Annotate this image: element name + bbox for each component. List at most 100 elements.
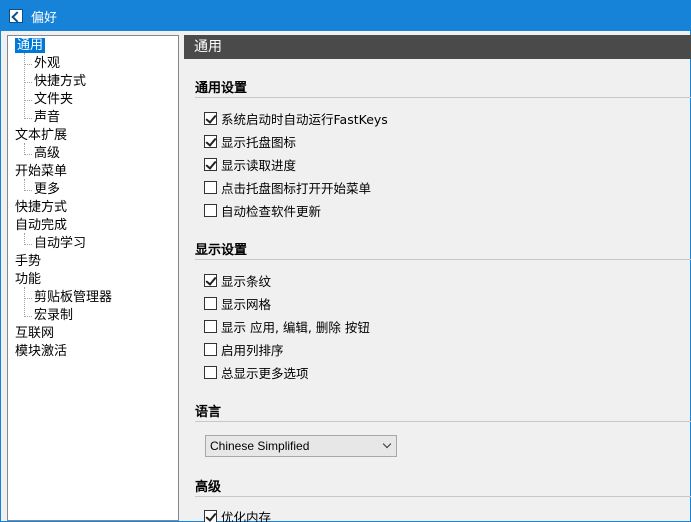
option-checkbox[interactable]: 优化内存: [204, 507, 271, 522]
tree-item[interactable]: 功能: [15, 271, 41, 288]
option-checkbox[interactable]: 自动检查软件更新: [204, 201, 321, 219]
tree-connector: [24, 143, 25, 155]
tree-item-label: 通用: [15, 38, 46, 53]
unchecked-checkbox[interactable]: [204, 180, 217, 194]
tree-item[interactable]: 文件夹: [34, 91, 73, 108]
tree-item[interactable]: 高级: [34, 145, 60, 162]
advanced-title: 高级: [195, 480, 222, 495]
unchecked-checkbox[interactable]: [204, 342, 217, 356]
tree-connector: [24, 64, 32, 65]
general-settings-title: 通用设置: [195, 81, 248, 96]
option-label: 点击托盘图标打开开始菜单: [221, 180, 372, 196]
tree-item-label: 宏录制: [34, 308, 74, 323]
option-label: 系统启动时自动运行FastKeys: [221, 111, 388, 127]
option-label: 优化内存: [221, 509, 272, 522]
tree-item[interactable]: 手势: [15, 253, 41, 270]
language-select[interactable]: Chinese Simplified: [205, 435, 397, 457]
tree-item-label: 开始菜单: [15, 164, 68, 179]
tree-item[interactable]: 声音: [34, 109, 60, 126]
option-checkbox[interactable]: 显示 应用, 编辑, 删除 按钮: [204, 317, 370, 335]
tree-item[interactable]: 通用: [15, 37, 46, 54]
language-title: 语言: [195, 405, 222, 420]
option-label: 显示托盘图标: [221, 134, 297, 150]
app-icon: [9, 9, 23, 23]
tree-item-label: 自动完成: [15, 218, 68, 233]
tree-item-label: 文件夹: [34, 92, 74, 107]
tree-connector: [24, 118, 32, 119]
tree-connector: [24, 244, 32, 245]
tree-item-label: 高级: [34, 146, 61, 161]
tree-item-label: 声音: [34, 110, 61, 125]
unchecked-checkbox[interactable]: [204, 319, 217, 333]
tree-connector: [24, 100, 32, 101]
option-label: 显示读取进度: [221, 157, 297, 173]
option-label: 启用列排序: [221, 342, 284, 358]
tree-connector: [24, 179, 25, 191]
option-checkbox[interactable]: 总显示更多选项: [204, 363, 309, 381]
tree-connector: [24, 298, 32, 299]
tree-item[interactable]: 剪贴板管理器: [34, 289, 112, 306]
checked-checkbox[interactable]: [204, 273, 217, 287]
window-title: 偏好: [31, 10, 58, 26]
unchecked-checkbox[interactable]: [204, 296, 217, 310]
tree-item-label: 更多: [34, 182, 61, 197]
tree-item[interactable]: 外观: [34, 55, 60, 72]
option-checkbox[interactable]: 显示条纹: [204, 271, 271, 289]
option-checkbox[interactable]: 显示网格: [204, 294, 271, 312]
tree-item[interactable]: 宏录制: [34, 307, 73, 324]
tree-connector: [24, 154, 32, 155]
option-label: 总显示更多选项: [221, 365, 309, 381]
tree-item[interactable]: 互联网: [15, 325, 54, 342]
tree-item-label: 文本扩展: [15, 128, 68, 143]
divider: [195, 97, 691, 98]
divider: [195, 421, 691, 422]
tree-item[interactable]: 模块激活: [15, 343, 67, 360]
divider: [195, 496, 691, 497]
checked-checkbox[interactable]: [204, 157, 217, 171]
tree-item-label: 互联网: [15, 326, 55, 341]
checked-checkbox[interactable]: [204, 111, 217, 125]
tree-item-label: 模块激活: [15, 344, 68, 359]
checked-checkbox[interactable]: [204, 134, 217, 148]
tree-connector: [24, 53, 25, 119]
tree-item-label: 功能: [15, 272, 42, 287]
checked-checkbox[interactable]: [204, 509, 217, 522]
option-checkbox[interactable]: 系统启动时自动运行FastKeys: [204, 109, 388, 127]
tree-item[interactable]: 快捷方式: [15, 199, 67, 216]
panel-title: 通用: [184, 35, 691, 59]
title-bar[interactable]: 偏好: [1, 1, 690, 31]
tree-item[interactable]: 更多: [34, 181, 60, 198]
category-tree[interactable]: 通用 外观 快捷方式 文件夹 声音 文本扩展 高级 开始菜单 更多 快捷方式 自动完成 自动学习 手势功…: [7, 35, 179, 521]
option-label: 显示 应用, 编辑, 删除 按钮: [221, 319, 370, 335]
tree-connector: [24, 82, 32, 83]
tree-item-label: 外观: [34, 56, 61, 71]
tree-connector: [24, 316, 32, 317]
option-checkbox[interactable]: 点击托盘图标打开开始菜单: [204, 178, 371, 196]
chevron-down-icon: [382, 439, 392, 449]
divider: [195, 259, 691, 260]
tree-item[interactable]: 自动学习: [34, 235, 86, 252]
display-settings-title: 显示设置: [195, 243, 248, 258]
language-select-value: Chinese Simplified: [210, 439, 310, 453]
tree-item[interactable]: 自动完成: [15, 217, 67, 234]
settings-panel: 通用 通用设置 系统启动时自动运行FastKeys 显示托盘图标 显示读取进度点击托…: [184, 35, 691, 522]
option-label: 显示网格: [221, 296, 272, 312]
tree-item[interactable]: 开始菜单: [15, 163, 67, 180]
tree-connector: [24, 233, 25, 245]
option-checkbox[interactable]: 显示托盘图标: [204, 132, 296, 150]
option-checkbox[interactable]: 启用列排序: [204, 340, 284, 358]
option-label: 显示条纹: [221, 273, 272, 289]
preferences-window: 偏好 通用 外观 快捷方式 文件夹 声音 文本扩展 高级 开始菜单 更多 快捷方式 自动完成 自动学习…: [0, 0, 691, 522]
unchecked-checkbox[interactable]: [204, 365, 217, 379]
tree-item-label: 剪贴板管理器: [34, 290, 113, 305]
option-label: 自动检查软件更新: [221, 203, 322, 219]
tree-item-label: 快捷方式: [34, 74, 87, 89]
option-checkbox[interactable]: 显示读取进度: [204, 155, 296, 173]
tree-item[interactable]: 文本扩展: [15, 127, 67, 144]
tree-item-label: 手势: [15, 254, 42, 269]
tree-item-label: 快捷方式: [15, 200, 68, 215]
tree-item-label: 自动学习: [34, 236, 87, 251]
unchecked-checkbox[interactable]: [204, 203, 217, 217]
tree-item[interactable]: 快捷方式: [34, 73, 86, 90]
tree-connector: [24, 190, 32, 191]
